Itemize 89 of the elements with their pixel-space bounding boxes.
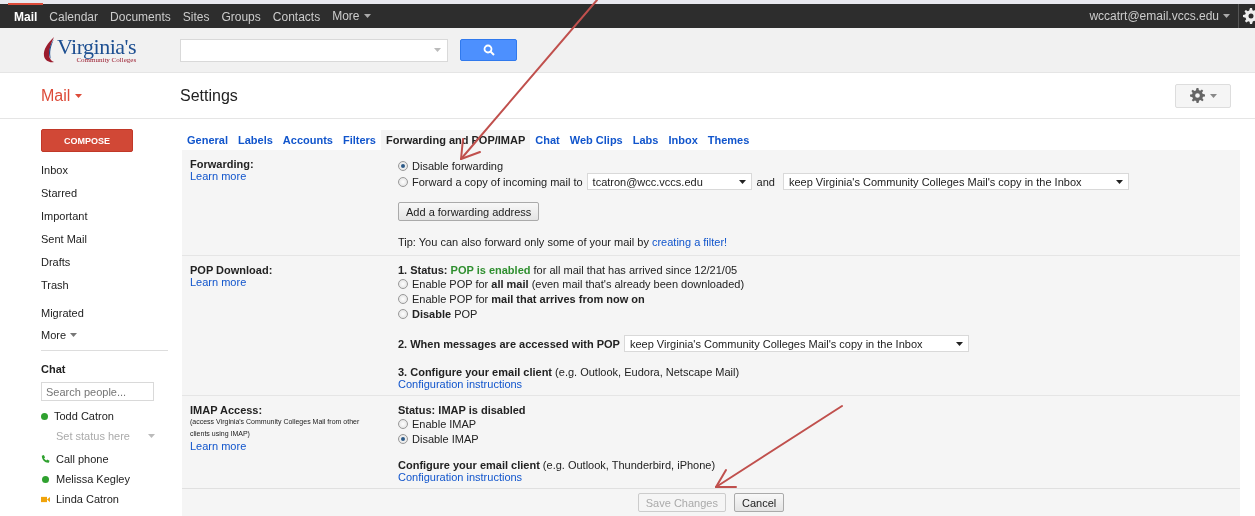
instructions-link[interactable]: Configuration instructions <box>398 378 523 390</box>
configure-text: Configure your email client (e.g. Outlook, Thunderbird, iPhone) <box>398 459 717 471</box>
settings-tab[interactable]: Labs <box>627 130 664 150</box>
imap-status: Status: IMAP is disabled <box>398 404 526 416</box>
option-label: Forward a copy of incoming mail to <box>412 175 583 188</box>
form-button[interactable]: Cancel <box>733 493 785 512</box>
app-link[interactable]: Calendar <box>43 3 105 27</box>
contact-name[interactable]: Todd Catron <box>54 410 114 422</box>
caret-icon <box>434 48 441 52</box>
settings-tab[interactable]: Chat <box>530 130 565 150</box>
contact-name[interactable]: Linda Catron <box>56 493 119 505</box>
more-link[interactable]: More <box>41 324 78 346</box>
folder-link[interactable]: Sent Mail <box>41 228 87 251</box>
filter-link[interactable]: creating a filter! <box>651 236 728 248</box>
option-label: Enable IMAP <box>412 417 477 430</box>
settings-tab[interactable]: General <box>182 130 233 150</box>
app-link[interactable]: Documents <box>104 3 177 27</box>
option-label: Enable POP for all mail (even mail that's already been downloaded) <box>412 277 745 290</box>
settings-tab[interactable]: Accounts <box>277 130 338 150</box>
learn-more-link[interactable]: Learn more <box>190 440 247 452</box>
radio-button[interactable] <box>398 160 408 171</box>
folder-link[interactable]: Trash <box>41 274 69 297</box>
caret-icon <box>70 333 78 337</box>
caret-icon <box>1223 14 1230 18</box>
access-label: 2. When messages are accessed with POP <box>398 337 620 350</box>
search-icon <box>482 44 495 56</box>
option-label: Disable IMAP <box>412 432 479 445</box>
add-address-button[interactable]: Add a forwarding address <box>398 202 540 221</box>
folder-link[interactable]: Inbox <box>41 159 68 182</box>
settings-tab[interactable]: Web Clips <box>564 130 628 150</box>
folder-link[interactable]: Starred <box>41 182 78 205</box>
app-link[interactable]: Sites <box>176 3 216 27</box>
app-link[interactable]: Groups <box>215 3 267 27</box>
option-label: Enable POP for mail that arrives from now on <box>412 292 645 305</box>
joiner-text: and <box>756 175 775 188</box>
learn-more-link[interactable]: Learn more <box>190 276 247 288</box>
pop-status: 1. Status: POP is enabled for all mail that has arrived since 12/21/05 <box>398 264 739 276</box>
caret-icon <box>148 434 155 438</box>
folder-link[interactable]: Drafts <box>41 251 71 274</box>
compose-button[interactable]: COMPOSE <box>41 129 133 152</box>
chat-heading: Chat <box>41 363 66 375</box>
folder-link[interactable]: Important <box>41 205 88 228</box>
tip-text: Tip: You can also forward only some of your mail by creating a filter! <box>398 236 729 248</box>
settings-tab[interactable]: Themes <box>702 130 755 150</box>
search-button[interactable] <box>460 39 517 61</box>
settings-tab[interactable]: Filters <box>337 130 381 150</box>
caret-icon <box>363 14 371 18</box>
gear-icon <box>1189 88 1205 103</box>
caret-icon <box>738 179 746 184</box>
caret-icon <box>75 93 83 98</box>
radio-button[interactable] <box>398 176 408 187</box>
address-dropdown[interactable]: tcatron@wcc.vccs.edu <box>586 173 752 190</box>
mail-menu[interactable]: Mail <box>0 86 180 105</box>
section-label: Forwarding: <box>190 158 255 170</box>
contact-name[interactable]: Call phone <box>56 453 109 465</box>
page-title: Settings <box>180 86 239 105</box>
section-label: POP Download: <box>190 264 274 276</box>
app-link[interactable]: Contacts <box>266 3 327 27</box>
radio-button[interactable] <box>398 308 408 319</box>
configure-text: 3. Configure your email client (e.g. Outlook, Eudora, Netscape Mail) <box>398 366 741 378</box>
radio-button[interactable] <box>398 433 408 444</box>
settings-button[interactable] <box>1175 83 1231 108</box>
instructions-link[interactable]: Configuration instructions <box>398 471 523 483</box>
label-link[interactable]: Migrated <box>41 302 84 324</box>
video-camera-icon <box>41 495 50 503</box>
access-dropdown[interactable]: keep Virginia's Community Colleges Mail's copy in the Inbox <box>623 335 969 352</box>
contact-name[interactable]: Melissa Kegley <box>56 473 130 485</box>
caret-icon <box>1209 93 1217 98</box>
flame-logo-icon <box>42 37 56 63</box>
section-label: IMAP Access: <box>190 404 264 416</box>
logo-title: Virginia's <box>57 36 137 58</box>
search-people-field[interactable]: Search people... <box>41 382 154 401</box>
search-field[interactable] <box>180 38 448 62</box>
option-label: Disable POP <box>412 307 478 320</box>
learn-more-link[interactable]: Learn more <box>190 170 247 182</box>
caret-icon <box>1115 179 1123 184</box>
phone-icon <box>41 453 50 465</box>
option-label: Disable forwarding <box>412 159 504 172</box>
more-menu[interactable]: More <box>326 4 377 28</box>
online-dot-icon <box>42 475 49 483</box>
online-dot-icon <box>41 412 48 420</box>
radio-button[interactable] <box>398 418 408 429</box>
settings-icon[interactable] <box>1243 8 1255 24</box>
settings-tab[interactable]: Inbox <box>663 130 703 150</box>
radio-button[interactable] <box>398 293 408 304</box>
settings-tab[interactable]: Labels <box>232 130 278 150</box>
action-dropdown[interactable]: keep Virginia's Community Colleges Mail's copy in the Inbox <box>782 173 1129 190</box>
radio-button[interactable] <box>398 278 408 289</box>
caret-icon <box>955 341 963 346</box>
